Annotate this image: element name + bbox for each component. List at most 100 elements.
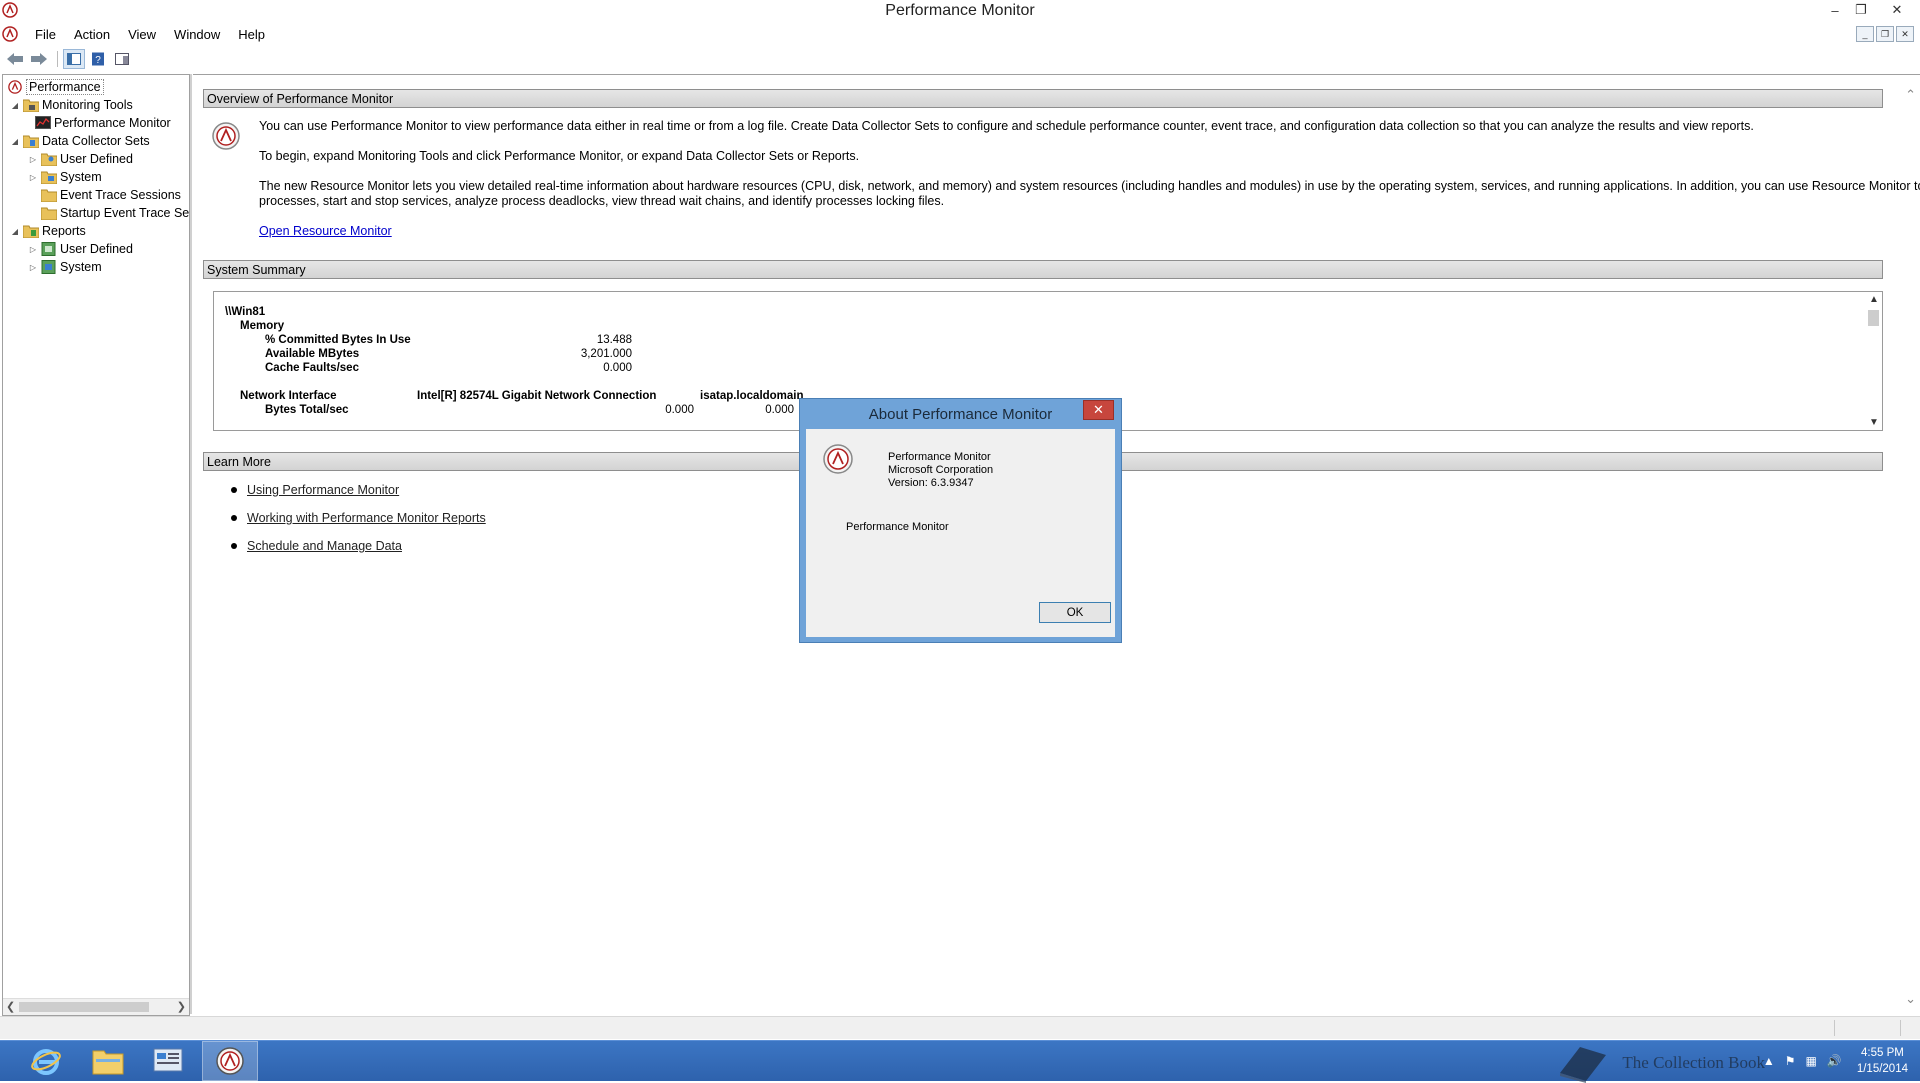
- menu-view[interactable]: View: [119, 27, 165, 42]
- tree-node-performance[interactable]: Performance: [5, 78, 104, 96]
- working-with-reports-link[interactable]: Working with Performance Monitor Reports: [247, 511, 486, 525]
- counter-value: 13.488: [596, 334, 632, 346]
- tree-label: Monitoring Tools: [42, 98, 133, 112]
- user-defined-set-icon: [41, 153, 57, 166]
- title-bar: Performance Monitor – ❐ ✕: [0, 0, 1920, 22]
- menu-window[interactable]: Window: [165, 27, 229, 42]
- using-performance-monitor-link[interactable]: Using Performance Monitor: [247, 483, 399, 497]
- action-center-flag-icon[interactable]: ⚑: [1785, 1054, 1796, 1068]
- counter-name: Cache Faults/sec: [265, 362, 359, 374]
- tree-node-dcs-user-defined[interactable]: ▷ User Defined: [27, 150, 133, 168]
- scroll-left-icon[interactable]: ❮: [6, 1000, 15, 1013]
- mdi-restore-button[interactable]: ❐: [1876, 26, 1894, 42]
- network-icon[interactable]: ▦: [1806, 1054, 1817, 1068]
- back-button[interactable]: [4, 49, 26, 69]
- learn-more-item: Using Performance Monitor: [231, 483, 399, 497]
- pane-splitter[interactable]: [190, 74, 192, 1014]
- overview-paragraph-2: To begin, expand Monitoring Tools and cl…: [259, 149, 860, 163]
- folder-icon: [23, 135, 39, 148]
- machine-name: \\Win81: [225, 306, 266, 318]
- scroll-down-icon[interactable]: ▼: [1869, 417, 1879, 428]
- tree-label: Startup Event Trace Ses: [60, 206, 190, 220]
- tree-label: Reports: [42, 224, 86, 238]
- status-bar: [0, 1016, 1920, 1039]
- status-divider: [1900, 1020, 1901, 1036]
- tree-node-performance-monitor[interactable]: Performance Monitor: [33, 114, 171, 132]
- tree-label: User Defined: [60, 242, 133, 256]
- menu-action[interactable]: Action: [65, 27, 119, 42]
- report-icon: [41, 242, 56, 256]
- tree-node-reports-system[interactable]: ▷ System: [27, 258, 102, 276]
- performance-monitor-app-icon[interactable]: [2, 2, 18, 18]
- taskbar: The Collection Book ▲ ⚑ ▦ 🔊 4:55 PM 1/15…: [0, 1040, 1920, 1083]
- product-name: Performance Monitor: [888, 451, 991, 463]
- show-hide-console-tree-button[interactable]: [63, 49, 85, 69]
- collapse-arrow-icon[interactable]: ▷: [27, 263, 39, 272]
- scroll-down-icon[interactable]: ⌄: [1905, 991, 1916, 1007]
- tree-node-monitoring-tools[interactable]: ◢ Monitoring Tools: [9, 96, 133, 114]
- back-arrow-icon: [7, 53, 23, 65]
- open-resource-monitor-link[interactable]: Open Resource Monitor: [259, 224, 392, 239]
- overview-paragraph-3a: The new Resource Monitor lets you view d…: [259, 179, 1920, 193]
- minimize-button[interactable]: –: [1822, 0, 1848, 20]
- help-icon: ?: [92, 52, 104, 66]
- counter-name: Available MBytes: [265, 348, 360, 360]
- taskbar-file-explorer[interactable]: [80, 1041, 136, 1081]
- mdi-close-button[interactable]: ✕: [1896, 26, 1914, 42]
- expand-arrow-icon[interactable]: ◢: [9, 101, 21, 110]
- menu-file[interactable]: File: [26, 27, 65, 42]
- tree-horizontal-scrollbar[interactable]: ❮ ❯: [3, 998, 189, 1015]
- tree-node-event-trace-sessions[interactable]: Event Trace Sessions: [39, 186, 181, 204]
- scroll-right-icon[interactable]: ❯: [177, 1000, 186, 1013]
- tree-node-data-collector-sets[interactable]: ◢ Data Collector Sets: [9, 132, 150, 150]
- collapse-arrow-icon[interactable]: ▷: [27, 245, 39, 254]
- tree-label: User Defined: [60, 152, 133, 166]
- counter-name: % Committed Bytes In Use: [265, 334, 411, 346]
- taskbar-internet-explorer[interactable]: [18, 1041, 74, 1081]
- scrollbar-thumb[interactable]: [19, 1002, 149, 1012]
- expand-arrow-icon[interactable]: ◢: [9, 137, 21, 146]
- summary-vertical-scrollbar[interactable]: ▲ ▼: [1865, 292, 1882, 430]
- volume-icon[interactable]: 🔊: [1827, 1054, 1842, 1068]
- schedule-and-manage-data-link[interactable]: Schedule and Manage Data: [247, 539, 402, 553]
- mdi-minimize-button[interactable]: _: [1856, 26, 1874, 42]
- bullet-icon: [231, 515, 237, 521]
- company-name: Microsoft Corporation: [888, 464, 994, 476]
- report-icon: [41, 260, 56, 274]
- forward-button[interactable]: [28, 49, 50, 69]
- scrollbar-thumb[interactable]: [1868, 310, 1879, 326]
- tree-node-reports[interactable]: ◢ Reports: [9, 222, 86, 240]
- show-hide-action-pane-button[interactable]: [111, 49, 133, 69]
- toolbar-separator: [57, 51, 58, 67]
- tree-node-startup-event-trace[interactable]: Startup Event Trace Ses: [39, 204, 190, 222]
- ok-button[interactable]: OK: [1039, 602, 1111, 623]
- system-menu-icon[interactable]: [2, 26, 18, 42]
- expand-arrow-icon[interactable]: ◢: [9, 227, 21, 236]
- close-window-button[interactable]: ✕: [1874, 0, 1920, 20]
- network-adapter-name-2: isatap.localdomain: [700, 390, 804, 402]
- restore-button[interactable]: ❐: [1848, 0, 1874, 20]
- taskbar-server-manager[interactable]: [140, 1041, 196, 1081]
- counter-value: 0.000: [603, 362, 632, 374]
- help-button[interactable]: ?: [87, 49, 109, 69]
- overview-paragraph-3b: processes, start and stop services, anal…: [259, 194, 945, 208]
- tree-node-dcs-system[interactable]: ▷ System: [27, 168, 102, 186]
- clock-date: 1/15/2014: [1856, 1063, 1908, 1075]
- dialog-title: About Performance Monitor: [868, 405, 1053, 423]
- scroll-up-icon[interactable]: ▲: [1869, 294, 1879, 305]
- dialog-body: Performance Monitor Microsoft Corporatio…: [806, 429, 1115, 637]
- taskbar-performance-monitor[interactable]: [202, 1041, 258, 1081]
- collapse-arrow-icon[interactable]: ▷: [27, 173, 39, 182]
- dialog-close-button[interactable]: ✕: [1083, 400, 1114, 420]
- clock[interactable]: 4:55 PM 1/15/2014: [1857, 1045, 1908, 1077]
- memory-object-label: Memory: [240, 320, 285, 332]
- collapse-arrow-icon[interactable]: ▷: [27, 155, 39, 164]
- show-hidden-icons-icon[interactable]: ▲: [1763, 1054, 1775, 1068]
- tree-node-reports-user-defined[interactable]: ▷ User Defined: [27, 240, 133, 258]
- version-text: Version: 6.3.9347: [888, 477, 974, 489]
- scroll-up-icon[interactable]: ⌃: [1905, 87, 1916, 103]
- menu-help[interactable]: Help: [229, 27, 274, 42]
- event-trace-icon: [41, 189, 57, 202]
- learn-more-item: Working with Performance Monitor Reports: [231, 511, 486, 525]
- folder-icon: [23, 99, 39, 112]
